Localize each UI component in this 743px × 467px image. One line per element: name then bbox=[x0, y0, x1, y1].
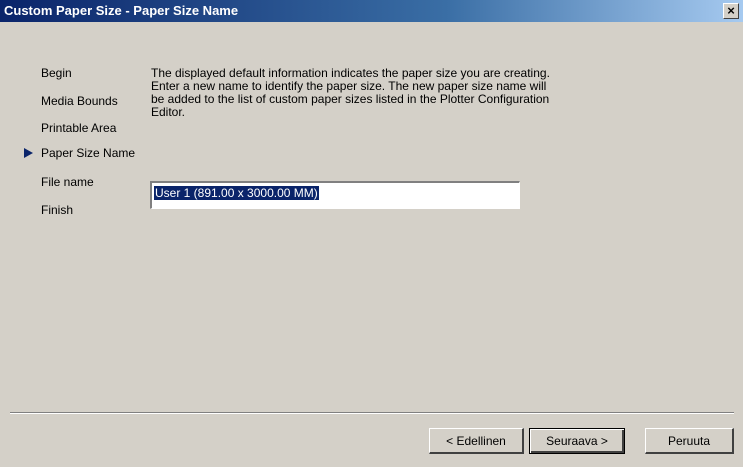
close-button[interactable]: × bbox=[723, 3, 739, 19]
next-button[interactable]: Seuraava > bbox=[529, 428, 625, 454]
step-paper-size-name: Paper Size Name bbox=[41, 146, 136, 160]
description-text: The displayed default information indica… bbox=[151, 66, 550, 119]
paper-size-name-value[interactable]: User 1 (891.00 x 3000.00 MM) bbox=[154, 186, 319, 200]
step-file-name: File name bbox=[41, 175, 94, 189]
cancel-button[interactable]: Peruuta bbox=[645, 428, 734, 454]
step-printable-area: Printable Area bbox=[41, 121, 117, 135]
window-title: Custom Paper Size - Paper Size Name bbox=[4, 3, 239, 18]
step-finish: Finish bbox=[41, 203, 74, 217]
title-bar: Custom Paper Size - Paper Size Name × bbox=[0, 0, 743, 22]
step-begin: Begin bbox=[41, 66, 72, 80]
paper-size-name-input[interactable]: User 1 (891.00 x 3000.00 MM) bbox=[150, 181, 520, 209]
separator bbox=[10, 412, 734, 414]
close-icon: × bbox=[727, 3, 735, 18]
step-media-bounds: Media Bounds bbox=[41, 94, 118, 108]
back-button[interactable]: < Edellinen bbox=[429, 428, 524, 454]
current-step-arrow-icon bbox=[24, 148, 33, 158]
